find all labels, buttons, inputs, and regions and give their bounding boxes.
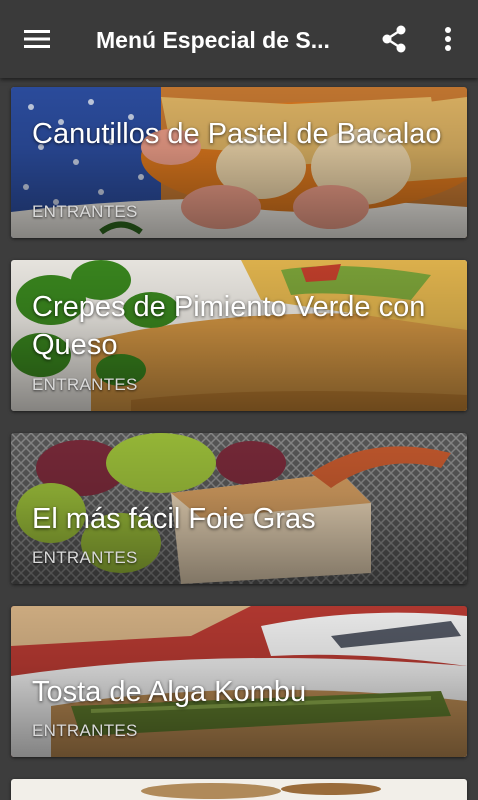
recipe-list[interactable]: Canutillos de Pastel de Bacalao ENTRANTE… bbox=[0, 78, 478, 800]
recipe-photo bbox=[11, 779, 467, 800]
share-icon[interactable] bbox=[372, 19, 416, 59]
recipe-category: ENTRANTES bbox=[32, 721, 138, 740]
recipe-category: ENTRANTES bbox=[32, 202, 138, 221]
recipe-card[interactable]: Canutillos de Pastel de Bacalao ENTRANTE… bbox=[11, 87, 467, 238]
recipe-category: ENTRANTES bbox=[32, 375, 138, 394]
recipe-card[interactable]: Tosta de Alga Kombu ENTRANTES bbox=[11, 606, 467, 757]
recipe-category: ENTRANTES bbox=[32, 548, 138, 567]
recipe-card[interactable]: El más fácil Foie Gras ENTRANTES bbox=[11, 433, 467, 584]
recipe-card[interactable]: Crepes de Pimiento Verde con Queso ENTRA… bbox=[11, 260, 467, 411]
app-title: Menú Especial de S... bbox=[96, 27, 330, 53]
recipe-title: El más fácil Foie Gras bbox=[32, 503, 316, 535]
recipe-title: Crepes de Pimiento Verde con Queso bbox=[32, 291, 426, 361]
hamburger-menu-icon[interactable] bbox=[14, 19, 60, 59]
recipe-title: Canutillos de Pastel de Bacalao bbox=[32, 118, 442, 150]
more-vert-icon[interactable] bbox=[430, 19, 466, 59]
recipe-title: Tosta de Alga Kombu bbox=[32, 676, 307, 708]
recipe-card-partial[interactable] bbox=[11, 779, 467, 800]
app-bar: Menú Especial de S... bbox=[0, 0, 478, 78]
